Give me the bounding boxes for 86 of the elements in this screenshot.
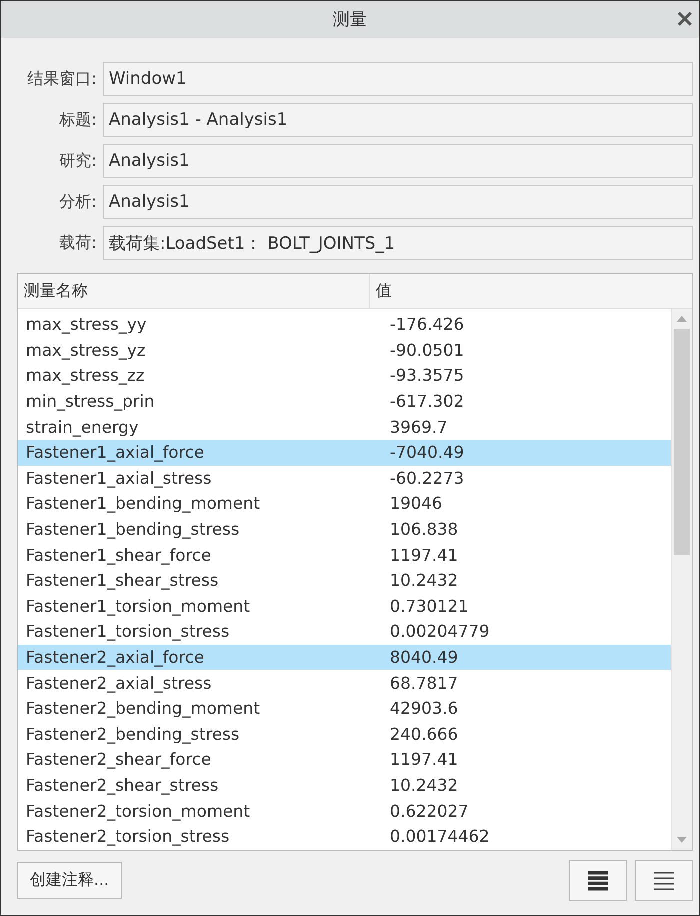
table-cell-text: Fastener2_torsion_stress xyxy=(25,827,231,846)
table-row[interactable]: Fastener1_axial_stress -60.2273 xyxy=(18,466,671,492)
table-cell-text: 0.730121 xyxy=(389,596,469,616)
close-icon[interactable] xyxy=(677,11,693,27)
table-cell-text: 0.00204779 xyxy=(389,622,490,642)
lines-icon xyxy=(653,870,675,890)
table-row[interactable]: Fastener2_torsion_moment 0.622027 xyxy=(18,798,671,824)
table-cell-text: Fastener2_shear_force xyxy=(25,750,212,770)
scrollbar-thumb[interactable] xyxy=(674,329,690,555)
table-row[interactable]: Fastener1_axial_force -7040.49 xyxy=(18,440,671,466)
list-button[interactable] xyxy=(635,860,693,901)
table-cell-text: -93.3575 xyxy=(389,366,464,386)
table-row[interactable]: Fastener1_shear_stress 10.2432 xyxy=(18,568,671,594)
table-row[interactable]: Fastener1_torsion_stress 0.00204779 xyxy=(18,619,671,645)
table-cell-text: Fastener1_axial_force xyxy=(25,443,206,462)
text-field[interactable]: Analysis1 xyxy=(103,144,693,178)
table-row[interactable]: Fastener2_bending_stress 240.666 xyxy=(18,722,671,748)
table-row[interactable]: strain_energy 3969.7 xyxy=(18,414,671,440)
table-cell-text: Fastener2_bending_moment xyxy=(25,699,262,718)
table-cell-text: 1197.41 xyxy=(389,750,458,770)
table-row[interactable]: max_stress_yy -176.426 xyxy=(18,312,671,338)
table-cell-text: 68.7817 xyxy=(389,674,458,693)
table-cell-text: Fastener1_bending_stress xyxy=(25,520,241,540)
field-label: 结果窗口: xyxy=(26,68,98,90)
dense-list-button[interactable] xyxy=(569,860,627,901)
table-row[interactable]: Fastener1_shear_force 1197.41 xyxy=(18,542,671,568)
table-row[interactable]: Fastener2_bending_moment 42903.6 xyxy=(18,696,671,722)
field-label: 载荷: xyxy=(58,232,98,254)
table-row[interactable]: min_stress_prin -617.302 xyxy=(18,388,671,414)
table-cell-text: -617.302 xyxy=(389,392,464,412)
table-cell-text: 0.622027 xyxy=(389,802,469,821)
table-cell-text: 42903.6 xyxy=(389,699,458,718)
table-cell-text: -176.426 xyxy=(389,315,464,334)
table-cell-text: strain_energy xyxy=(25,418,140,437)
table-row[interactable]: Fastener1_bending_stress 106.838 xyxy=(18,516,671,542)
table-cell-text: 8040.49 xyxy=(389,648,458,668)
table-row[interactable]: Fastener2_axial_stress 68.7817 xyxy=(18,670,671,696)
field-label: 分析: xyxy=(58,192,98,212)
table-cell-text: Fastener1_axial_stress xyxy=(25,468,213,488)
table-cell-text: -7040.49 xyxy=(389,443,464,462)
table-row[interactable]: Fastener1_torsion_moment 0.730121 xyxy=(18,594,671,620)
table-row[interactable]: Fastener1_bending_moment 19046 xyxy=(18,491,671,517)
table-cell-text: 1197.41 xyxy=(389,546,458,565)
table-cell-text: Fastener1_torsion_moment xyxy=(25,596,252,616)
table-cell-text: Fastener1_torsion_stress xyxy=(25,622,231,642)
table-cell-text: Fastener2_torsion_moment xyxy=(25,802,252,821)
table-cell-text: Fastener2_axial_stress xyxy=(25,674,213,693)
field-label: 研究: xyxy=(58,150,98,172)
table-cell-text: 10.2432 xyxy=(389,776,458,795)
table-cell-text: max_stress_yy xyxy=(25,315,148,334)
table-row[interactable]: max_stress_zz -93.3575 xyxy=(18,363,671,389)
table-row[interactable]: Fastener2_shear_force 1197.41 xyxy=(18,747,671,773)
table-cell-text: 3969.7 xyxy=(389,418,448,437)
text-field[interactable]: Window1 xyxy=(103,62,693,96)
table-cell-text: Fastener2_axial_force xyxy=(25,648,206,668)
create-note-button[interactable]: 创建注释... xyxy=(17,862,122,899)
scroll-up-icon[interactable] xyxy=(677,316,687,322)
bold-lines-icon xyxy=(587,870,609,892)
table-cell-text: min_stress_prin xyxy=(25,392,156,412)
text-field[interactable]: 载荷集:LoadSet1： BOLT_JOINTS_1 xyxy=(103,226,693,260)
table-cell-text: 0.00174462 xyxy=(389,827,490,846)
table-row[interactable]: Fastener2_torsion_stress 0.00174462 xyxy=(18,824,671,850)
table-cell-text: max_stress_yz xyxy=(25,340,147,360)
field-label: 标题: xyxy=(58,110,98,130)
scroll-down-icon[interactable] xyxy=(677,837,687,843)
table-row[interactable]: Fastener2_axial_force 8040.49 xyxy=(18,644,671,670)
table-cell-text: Fastener1_shear_stress xyxy=(25,571,220,590)
column-header[interactable]: 值 xyxy=(370,274,392,308)
column-header[interactable]: 测量名称 xyxy=(18,274,370,308)
table-cell-text: Fastener2_shear_stress xyxy=(25,776,220,795)
scrollbar[interactable] xyxy=(671,309,692,850)
table-cell-text: Fastener1_shear_force xyxy=(25,546,212,565)
table-row[interactable]: max_stress_yz -90.0501 xyxy=(18,338,671,364)
table-row[interactable]: Fastener2_shear_stress 10.2432 xyxy=(18,772,671,798)
table-cell-text: 106.838 xyxy=(389,520,458,540)
table-cell-text: Fastener2_bending_stress xyxy=(25,724,241,744)
table-cell-text: -60.2273 xyxy=(389,468,464,488)
window-title: 测量 xyxy=(333,9,367,31)
table-cell-text: -90.0501 xyxy=(389,340,464,360)
text-field[interactable]: Analysis1 - Analysis1 xyxy=(103,103,693,137)
table-cell-text: max_stress_zz xyxy=(25,366,146,386)
table-cell-text: 19046 xyxy=(389,494,442,514)
table-cell-text: Fastener1_bending_moment xyxy=(25,494,262,514)
text-field[interactable]: Analysis1 xyxy=(103,185,693,219)
table-cell-text: 240.666 xyxy=(389,724,458,744)
table-cell-text: 10.2432 xyxy=(389,571,458,590)
